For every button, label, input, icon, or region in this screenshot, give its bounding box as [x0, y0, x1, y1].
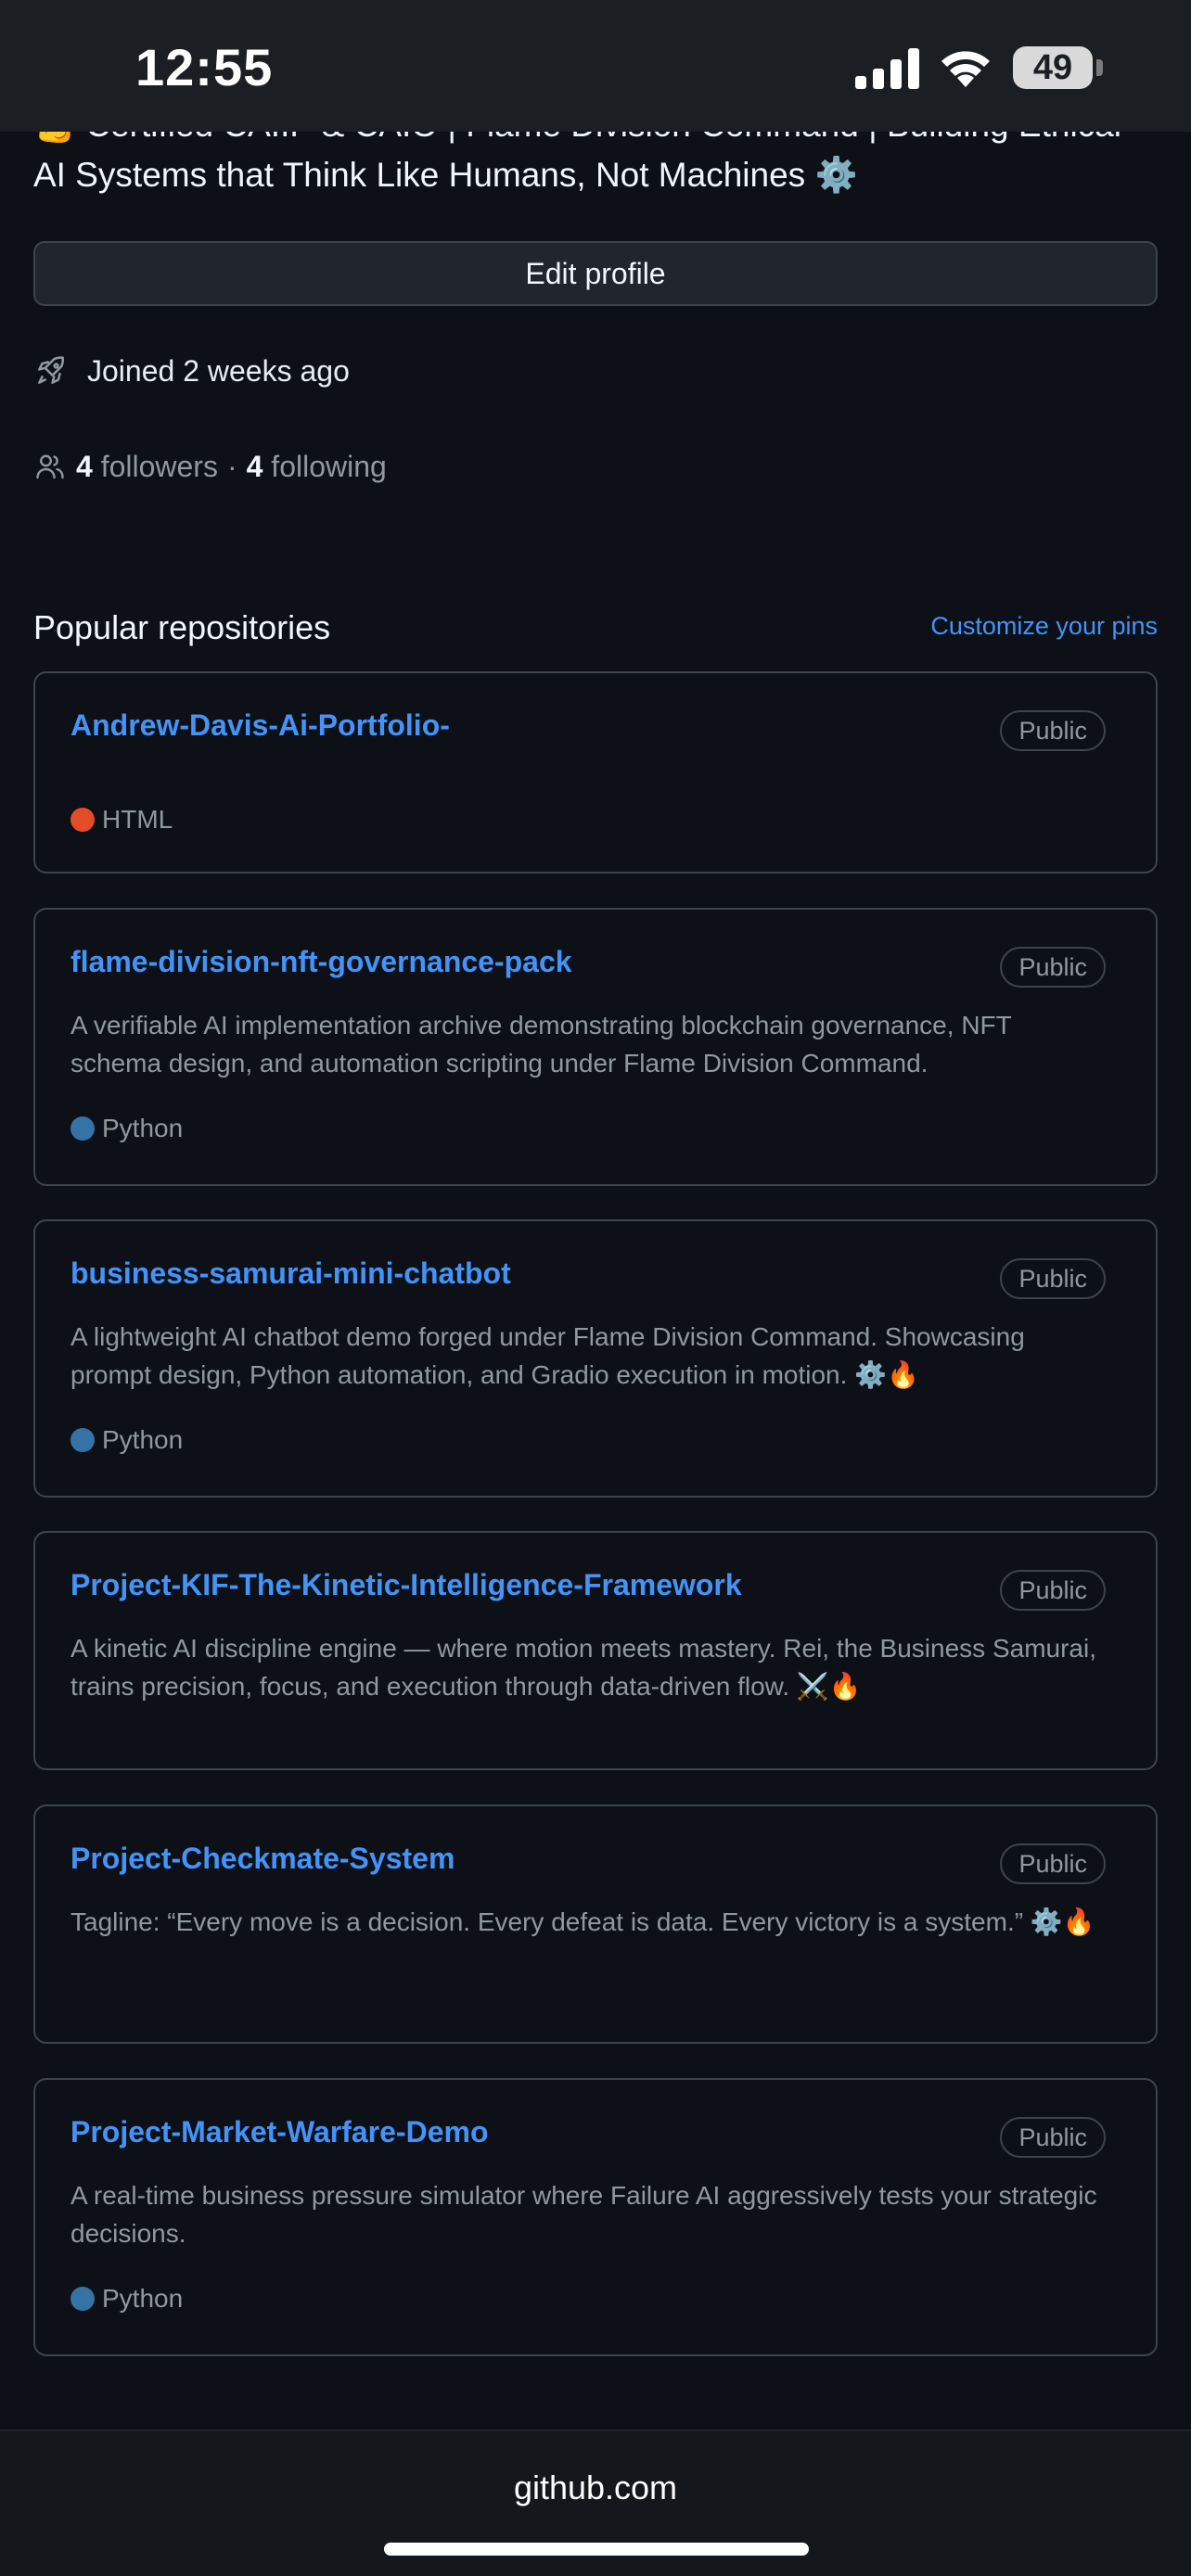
repo-description: Tagline: “Every move is a decision. Ever… [70, 1907, 1095, 1936]
customize-pins-link[interactable]: Customize your pins [930, 612, 1158, 641]
repo-name[interactable]: Project-Checkmate-System [70, 1842, 455, 1876]
battery-cap [1096, 59, 1103, 76]
browser-bottom-bar: github.com [0, 2429, 1191, 2576]
language-dot-icon [70, 808, 95, 832]
people-icon [36, 454, 64, 479]
repo-name[interactable]: Project-KIF-The-Kinetic-Intelligence-Fra… [70, 1568, 742, 1602]
repo-card[interactable]: Project-Market-Warfare-Demo Public A rea… [33, 2078, 1158, 2356]
following-count: 4 [246, 449, 263, 483]
repo-language: HTML [70, 805, 173, 835]
visibility-badge: Public [1000, 2117, 1106, 2158]
following-label: following [271, 449, 387, 483]
signal-icon [855, 48, 919, 89]
repo-card[interactable]: business-samurai-mini-chatbot Public A l… [33, 1219, 1158, 1498]
wifi-icon [941, 51, 990, 87]
popular-repos-title: Popular repositories [33, 608, 331, 646]
repo-language: Python [70, 2284, 183, 2314]
rocket-icon [38, 356, 65, 384]
visibility-badge: Public [1000, 710, 1106, 751]
bio-line-2: AI Systems that Think Like Humans, Not M… [33, 150, 1156, 200]
repo-card[interactable]: flame-division-nft-governance-pack Publi… [33, 908, 1158, 1186]
joined-text: Joined 2 weeks ago [87, 353, 350, 388]
followers-link[interactable]: 4 followers [76, 450, 218, 484]
follow-separator: · [226, 449, 237, 483]
language-label: Python [102, 1114, 184, 1142]
gear-emoji: ⚙️ [814, 156, 858, 194]
bio-line-2-text: AI Systems that Think Like Humans, Not M… [33, 156, 806, 194]
language-label: HTML [102, 805, 173, 834]
language-label: Python [102, 1425, 184, 1454]
visibility-badge: Public [1000, 1570, 1106, 1611]
visibility-badge: Public [1000, 947, 1106, 988]
repo-card[interactable]: Project-Checkmate-System Public Tagline:… [33, 1804, 1158, 2044]
edit-profile-button[interactable]: Edit profile [33, 241, 1158, 306]
repo-name[interactable]: flame-division-nft-governance-pack [70, 945, 572, 979]
repo-description: A verifiable AI implementation archive d… [70, 1011, 1012, 1078]
repo-description: A lightweight AI chatbot demo forged und… [70, 1322, 1025, 1389]
status-bar: 12:55 49 [0, 0, 1191, 132]
visibility-badge: Public [1000, 1843, 1106, 1884]
following-link[interactable]: 4 following [247, 450, 387, 484]
home-indicator[interactable] [384, 2543, 809, 2556]
repo-card[interactable]: Andrew-Davis-Ai-Portfolio- Public HTML [33, 671, 1158, 874]
repo-description: A real-time business pressure simulator … [70, 2181, 1097, 2248]
joined-info: Joined 2 weeks ago [33, 349, 350, 393]
status-time: 12:55 [135, 38, 274, 96]
repo-name[interactable]: business-samurai-mini-chatbot [70, 1256, 511, 1291]
repo-name[interactable]: Project-Market-Warfare-Demo [70, 2115, 488, 2149]
language-label: Python [102, 2284, 184, 2313]
repo-description: A kinetic AI discipline engine — where m… [70, 1634, 1096, 1701]
followers-label: followers [100, 449, 218, 483]
repo-language: Python [70, 1425, 183, 1455]
followers-count: 4 [76, 449, 93, 483]
visibility-badge: Public [1000, 1258, 1106, 1299]
url-bar[interactable]: github.com [0, 2468, 1191, 2507]
repo-card[interactable]: Project-KIF-The-Kinetic-Intelligence-Fra… [33, 1531, 1158, 1770]
follow-stats: 4 followers · 4 following [33, 445, 387, 488]
language-dot-icon [70, 2287, 95, 2311]
battery-icon: 49 [1013, 46, 1093, 89]
language-dot-icon [70, 1428, 95, 1452]
repo-name[interactable]: Andrew-Davis-Ai-Portfolio- [70, 708, 450, 743]
repo-language: Python [70, 1114, 183, 1143]
language-dot-icon [70, 1116, 95, 1141]
